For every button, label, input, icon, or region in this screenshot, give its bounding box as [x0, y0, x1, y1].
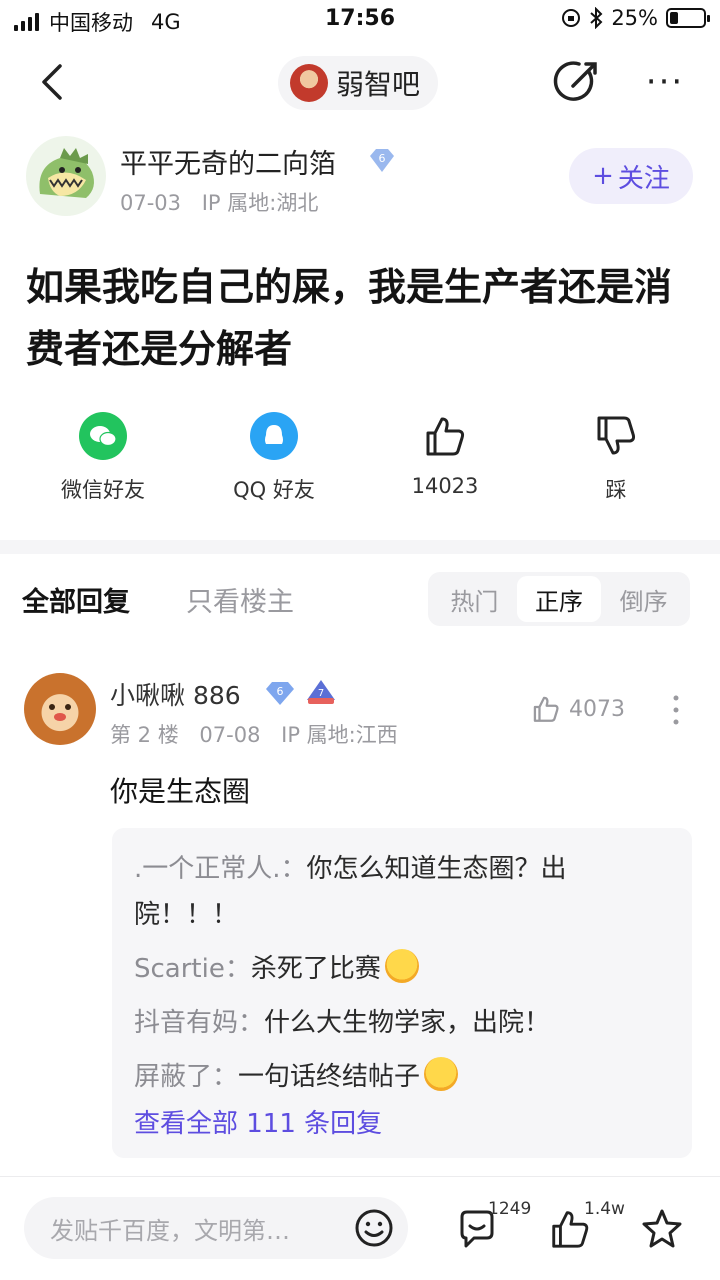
tab-owner-only[interactable]: 只看楼主: [186, 580, 294, 619]
bottom-like-count: 1.4w: [584, 1199, 625, 1219]
reply-ip: IP 属地:江西: [281, 723, 398, 747]
forum-pill[interactable]: 弱智吧: [278, 56, 439, 110]
laughing-emoji-icon: [424, 1057, 459, 1091]
forum-name: 弱智吧: [336, 68, 421, 101]
sub-replies[interactable]: .一个正常人.：你怎么知道生态圈？出院！！！ Scartie：杀死了比赛 抖音有…: [112, 828, 692, 1158]
post-date: 07-03: [120, 191, 182, 215]
author-meta: 07-03 IP 属地:湖北: [120, 187, 318, 217]
sub-reply: 屏蔽了：一句话终结帖子: [134, 1054, 670, 1100]
like-count: 14023: [411, 474, 479, 498]
sub-reply: .一个正常人.：你怎么知道生态圈？出院！！！: [134, 846, 670, 938]
lion-avatar-icon: [49, 704, 71, 721]
level-badge-icon: 6: [266, 682, 294, 705]
sub-reply-text: 一句话终结帖子: [238, 1062, 421, 1092]
follow-label: 关注: [617, 163, 670, 194]
sub-reply-author: 抖音有妈：: [134, 1008, 265, 1038]
reply-tabs: 全部回复 只看楼主 热门 正序 倒序: [0, 570, 720, 630]
sub-reply: Scartie：杀死了比赛: [134, 946, 670, 992]
sort-hot[interactable]: 热门: [432, 576, 517, 622]
view-all-replies-link[interactable]: 查看全部 111 条回复: [134, 1104, 670, 1144]
share-wechat-button[interactable]: 微信好友: [28, 412, 178, 504]
share-qq-button[interactable]: QQ 好友: [199, 412, 349, 504]
author-name[interactable]: 平平无奇的二向箔: [120, 142, 336, 181]
dinosaur-avatar-icon: [39, 148, 94, 198]
reply-text: 你是生态圈: [110, 775, 251, 808]
wechat-label: 微信好友: [61, 478, 145, 502]
forum-avatar: [290, 64, 328, 102]
thumbs-down-icon: [597, 416, 636, 455]
orientation-lock-icon: [562, 9, 581, 27]
sub-reply-text: 什么大生物学家，出院！: [264, 1008, 551, 1038]
qq-label: QQ 好友: [233, 478, 315, 502]
status-bar: 中国移动 4G 17:56 25%: [0, 0, 720, 40]
like-button[interactable]: 14023: [370, 412, 520, 498]
reply-more-icon[interactable]: [664, 690, 688, 730]
wechat-icon: [79, 412, 127, 460]
sort-ascending[interactable]: 正序: [516, 576, 602, 622]
level-badge-icon: 6: [370, 149, 394, 172]
sub-reply-author: 屏蔽了：: [134, 1062, 239, 1092]
back-icon[interactable]: [34, 60, 74, 104]
post-actions: 微信好友 QQ 好友 14023 踩: [0, 412, 720, 512]
battery-icon: [666, 8, 710, 28]
qq-icon: [250, 412, 298, 460]
section-divider: [0, 540, 720, 554]
post-title: 如果我吃自己的屎，我是生产者还是消费者还是分解者: [26, 265, 673, 371]
sort-descending[interactable]: 倒序: [601, 576, 686, 622]
reply-badges: 6 7: [262, 678, 338, 708]
post-ip: IP 属地:湖北: [201, 191, 319, 215]
sub-reply-author: Scartie：: [134, 954, 251, 984]
author-avatar[interactable]: [26, 136, 106, 216]
battery-percent: 25%: [611, 6, 658, 30]
more-icon[interactable]: ···: [640, 64, 690, 100]
comment-placeholder: 发贴千百度，文明第…: [50, 1216, 290, 1245]
reply-like-count: 4073: [569, 696, 625, 722]
reply-author-name[interactable]: 小啾啾 886: [110, 676, 241, 712]
plus-icon: +: [592, 161, 614, 191]
reply-like-button[interactable]: 4073: [531, 694, 625, 724]
emoji-icon[interactable]: [354, 1208, 394, 1248]
comment-input[interactable]: 发贴千百度，文明第…: [24, 1197, 408, 1259]
sub-reply-text: 杀死了比赛: [250, 954, 381, 984]
reply-rank-number: 7: [318, 688, 324, 699]
laughing-emoji-icon: [384, 949, 419, 983]
bottom-bar: 发贴千百度，文明第… 1249 1.4w: [0, 1176, 720, 1280]
dislike-label: 踩: [605, 478, 627, 502]
sub-reply: 抖音有妈：什么大生物学家，出院！: [134, 1000, 670, 1046]
reply-avatar[interactable]: [24, 673, 96, 745]
thumbs-up-icon: [533, 696, 559, 722]
level-badge-number: 6: [379, 152, 386, 165]
sort-switch: 热门 正序 倒序: [428, 572, 690, 626]
star-icon[interactable]: [640, 1207, 684, 1251]
follow-button[interactable]: + 关注: [569, 148, 693, 204]
reply-date: 07-08: [199, 723, 261, 747]
tab-all-replies[interactable]: 全部回复: [22, 580, 130, 619]
sub-reply-author: .一个正常人.：: [134, 854, 307, 884]
dislike-button[interactable]: 踩: [541, 412, 691, 504]
comment-count: 1249: [488, 1199, 532, 1219]
rank-badge-icon: 7: [307, 680, 335, 704]
reply-meta: 第 2 楼 07-08 IP 属地:江西: [110, 719, 398, 749]
thumbs-up-icon: [426, 417, 465, 456]
reply-level-number: 6: [277, 685, 284, 698]
nav-bar: 弱智吧 ···: [0, 44, 720, 124]
reply-floor: 第 2 楼: [110, 723, 179, 747]
edit-icon[interactable]: [553, 58, 601, 106]
bluetooth-icon: [590, 7, 603, 29]
